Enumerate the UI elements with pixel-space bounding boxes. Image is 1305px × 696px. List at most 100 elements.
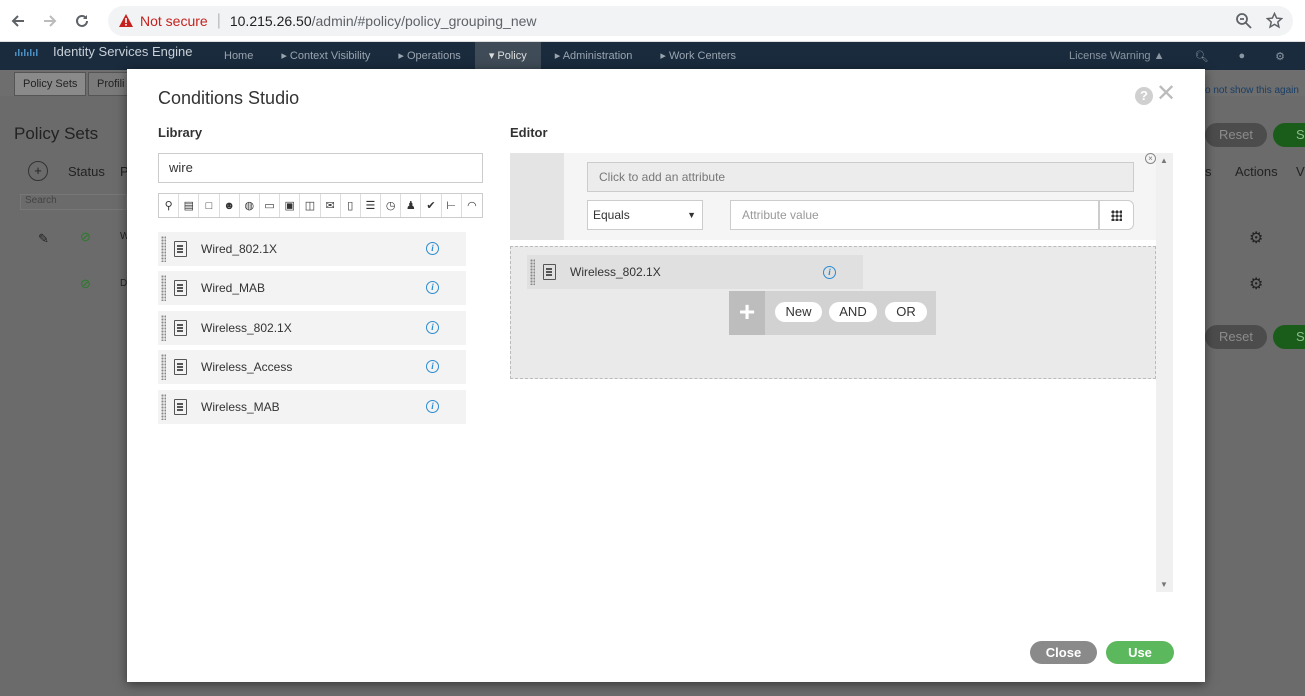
plus-icon[interactable]: + [729,291,765,335]
library-item-label: Wired_802.1X [201,242,278,256]
new-button[interactable]: New [775,302,822,322]
drag-handle-icon[interactable] [161,275,166,301]
dropdown-caret-icon: ▼ [687,210,696,220]
gear-icon: ⚙ [1249,230,1264,247]
menu-policy[interactable]: ▾ Policy [474,42,541,70]
scroll-down-icon[interactable]: ▼ [1160,580,1168,589]
table-search-input: Search [20,194,127,210]
id-card-icon[interactable]: ▤ [179,194,200,217]
library-item-label: Wireless_802.1X [201,321,292,335]
menu-context-visibility[interactable]: ▸ Context Visibility [267,42,384,70]
column-v: V [1296,164,1305,179]
browser-toolbar: Not secure | 10.215.26.50/admin/#policy/… [0,0,1305,42]
tab-policy-sets[interactable]: Policy Sets [14,72,87,96]
cisco-logo-icon [15,49,38,56]
info-icon[interactable]: i [426,321,439,334]
menu-home[interactable]: Home [210,42,267,70]
editor-condition-row[interactable]: Wireless_802.1X i [527,255,863,289]
bookmark-star-icon[interactable] [1266,12,1283,29]
wifi-icon[interactable]: ◠ [462,194,482,217]
globe-icon[interactable]: ◍ [240,194,260,217]
library-filter-bar: ⚲ ▤ □ ☻ ◍ ▭ ▣ ◫ ✉ ▯ ☰ ◷ ♟ ✔ ⊢ ◠ [158,193,483,218]
or-button[interactable]: OR [885,302,927,322]
forward-icon[interactable] [36,7,64,35]
scroll-up-icon[interactable]: ▲ [1160,156,1168,165]
column-s: s [1205,164,1212,179]
library-item-label: Wireless_Access [201,360,293,374]
operator-select[interactable]: Equals ▼ [587,200,703,230]
close-icon[interactable]: ✕ [1156,82,1176,106]
library-item[interactable]: Wired_MAB i [158,271,466,305]
remove-condition-icon[interactable]: × [1145,153,1156,164]
screens-icon[interactable]: ◫ [300,194,321,217]
condition-icon [174,359,187,375]
library-search-input[interactable]: wire [158,153,483,183]
url-path: /admin/#policy/policy_grouping_new [311,13,537,29]
reload-icon[interactable] [68,7,96,35]
group-icon[interactable]: ☻ [220,194,240,217]
reset-button-top: Reset [1205,123,1267,147]
file-icon[interactable]: ▯ [341,194,361,217]
gear-icon-2: ⚙ [1249,276,1264,293]
add-condition-toolbar: + New AND OR [729,291,936,335]
value-picker-button[interactable] [1099,200,1134,230]
column-status: Status [68,164,105,179]
drag-handle-icon[interactable] [161,315,166,341]
address-bar[interactable]: Not secure | 10.215.26.50/admin/#policy/… [108,6,1293,36]
library-item[interactable]: Wireless_802.1X i [158,311,466,345]
library-item[interactable]: Wireless_MAB i [158,390,466,424]
condition-icon [174,399,187,415]
menu-work-centers[interactable]: ▸ Work Centers [646,42,750,70]
status-ok-icon: ⊘ [80,229,91,244]
drag-handle-icon[interactable] [161,354,166,380]
info-icon[interactable]: i [426,242,439,255]
help-icon[interactable]: ? [1135,87,1153,105]
attribute-input[interactable]: Click to add an attribute [587,162,1134,192]
monitor-alt-icon[interactable]: ▣ [280,194,301,217]
use-button[interactable]: Use [1106,641,1174,664]
info-icon[interactable]: i [426,360,439,373]
add-policy-set-icon: + [28,161,48,181]
info-icon[interactable]: i [823,266,836,279]
condition-icon [543,264,556,280]
checkmark-icon[interactable]: ✔ [421,194,442,217]
url-host: 10.215.26.50 [229,13,312,29]
tree-icon[interactable]: ⊢ [442,194,462,217]
back-icon[interactable] [4,7,32,35]
drag-handle-icon[interactable] [161,394,166,420]
condition-icon [174,241,187,257]
search-icon[interactable]: 🔍︎ [1195,50,1209,63]
save-button-bottom: Sa [1273,325,1305,349]
license-warning[interactable]: License Warning ▲ [1069,50,1164,62]
attribute-value-input[interactable]: Attribute value [730,200,1099,230]
settings-icon[interactable]: ⚙ [1275,50,1285,63]
info-icon[interactable]: i [426,400,439,413]
info-icon[interactable]: i [426,281,439,294]
user-icon[interactable]: ♟ [401,194,422,217]
modal-title: Conditions Studio [158,88,300,108]
condition-drop-zone[interactable]: Wireless_802.1X i + New AND OR [510,246,1156,379]
menu-administration[interactable]: ▸ Administration [541,42,647,70]
page-title: Policy Sets [14,124,99,143]
zoom-icon[interactable] [1235,12,1252,29]
help-circle-icon[interactable]: ● [1238,50,1245,62]
monitor-icon[interactable]: ▭ [260,194,281,217]
editor-scrollbar[interactable]: ▲ ▼ [1156,153,1173,592]
and-button[interactable]: AND [829,302,877,322]
clock-icon[interactable]: ◷ [381,194,402,217]
message-icon[interactable]: ✉ [321,194,341,217]
menu-operations[interactable]: ▸ Operations [384,42,474,70]
ise-product-title: Identity Services Engine [53,44,193,59]
dont-show-again-link[interactable]: o not show this again [1205,85,1299,96]
location-icon[interactable]: ⚲ [159,194,180,217]
drag-handle-icon[interactable] [530,259,535,285]
library-item[interactable]: Wireless_Access i [158,350,466,384]
close-button[interactable]: Close [1030,641,1097,664]
reset-button-bottom: Reset [1205,325,1267,349]
column-actions: Actions [1235,164,1278,179]
condition-icon [174,280,187,296]
drag-handle-icon[interactable] [161,236,166,262]
library-item[interactable]: Wired_802.1X i [158,232,466,266]
square-icon[interactable]: □ [199,194,220,217]
server-icon[interactable]: ☰ [361,194,382,217]
